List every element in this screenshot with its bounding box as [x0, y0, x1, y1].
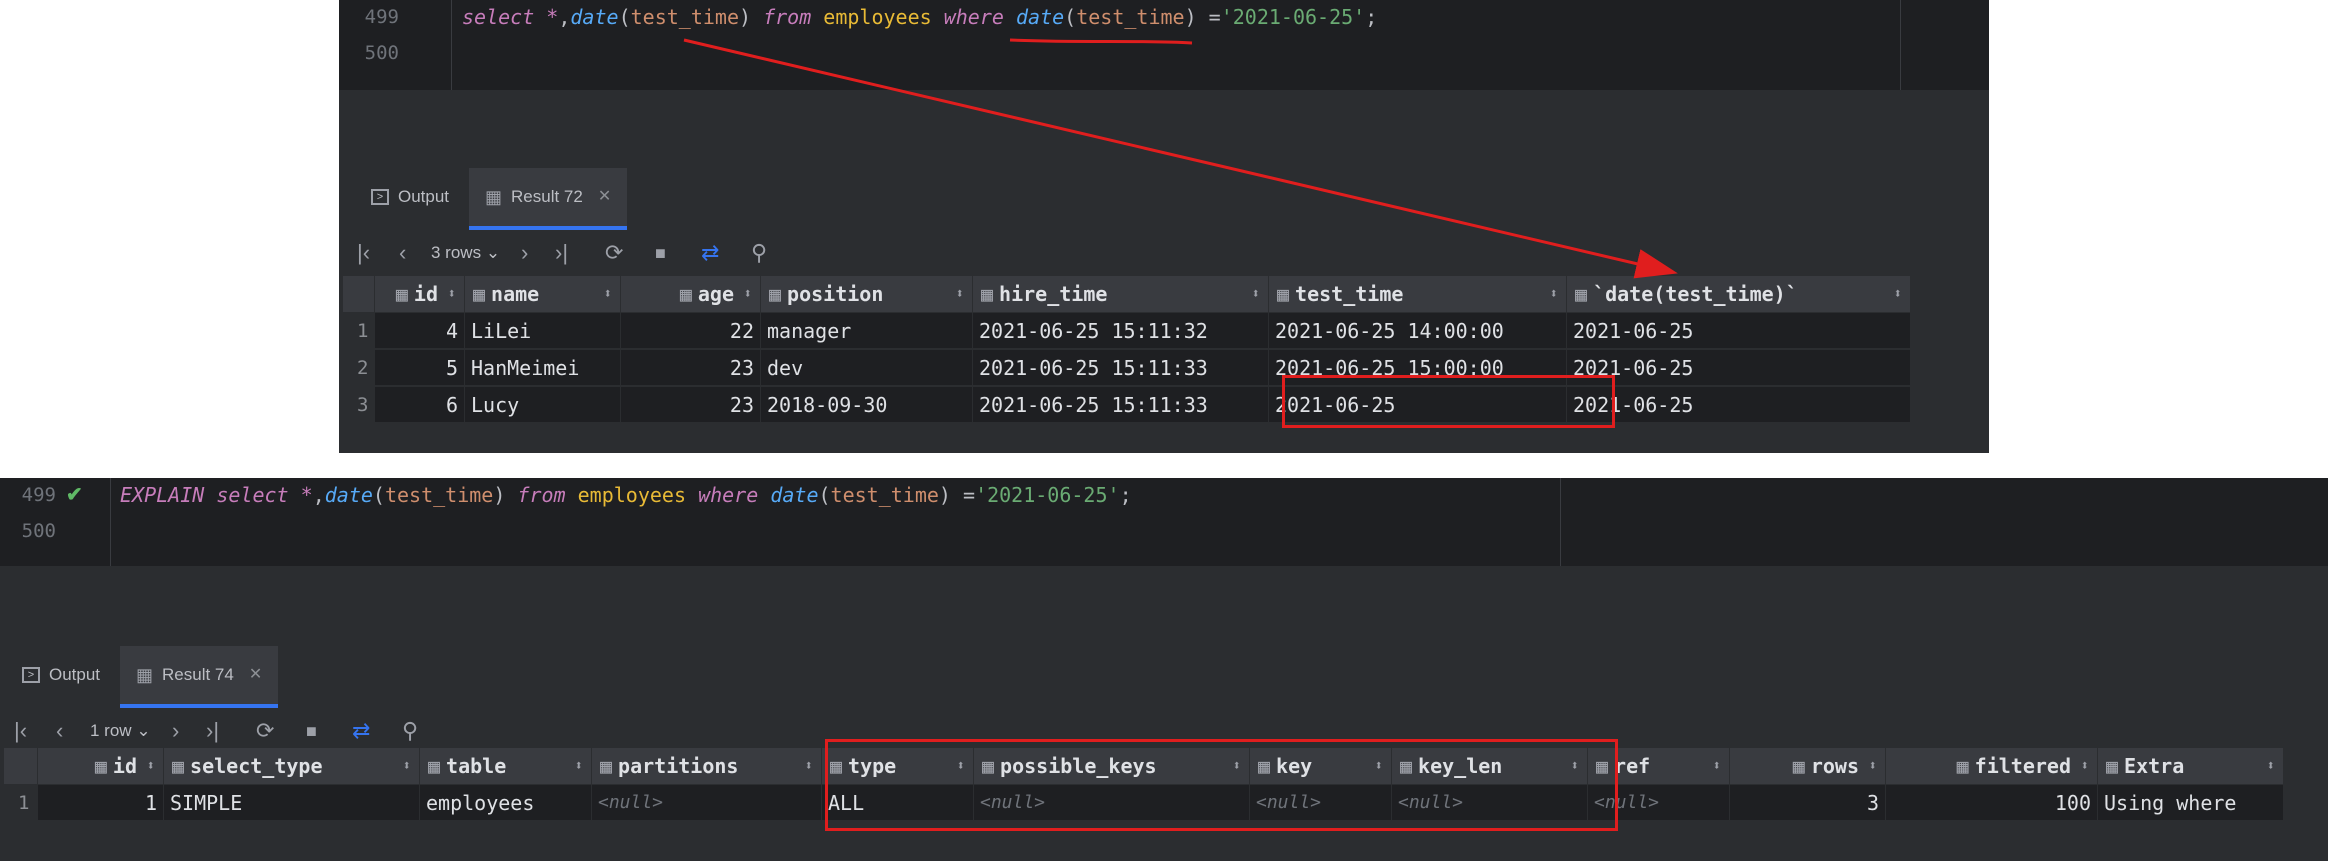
annotation-arrow: [683, 38, 1678, 279]
annotation-underline: [1009, 38, 1193, 45]
annotation-overlay: [683, 38, 1678, 279]
